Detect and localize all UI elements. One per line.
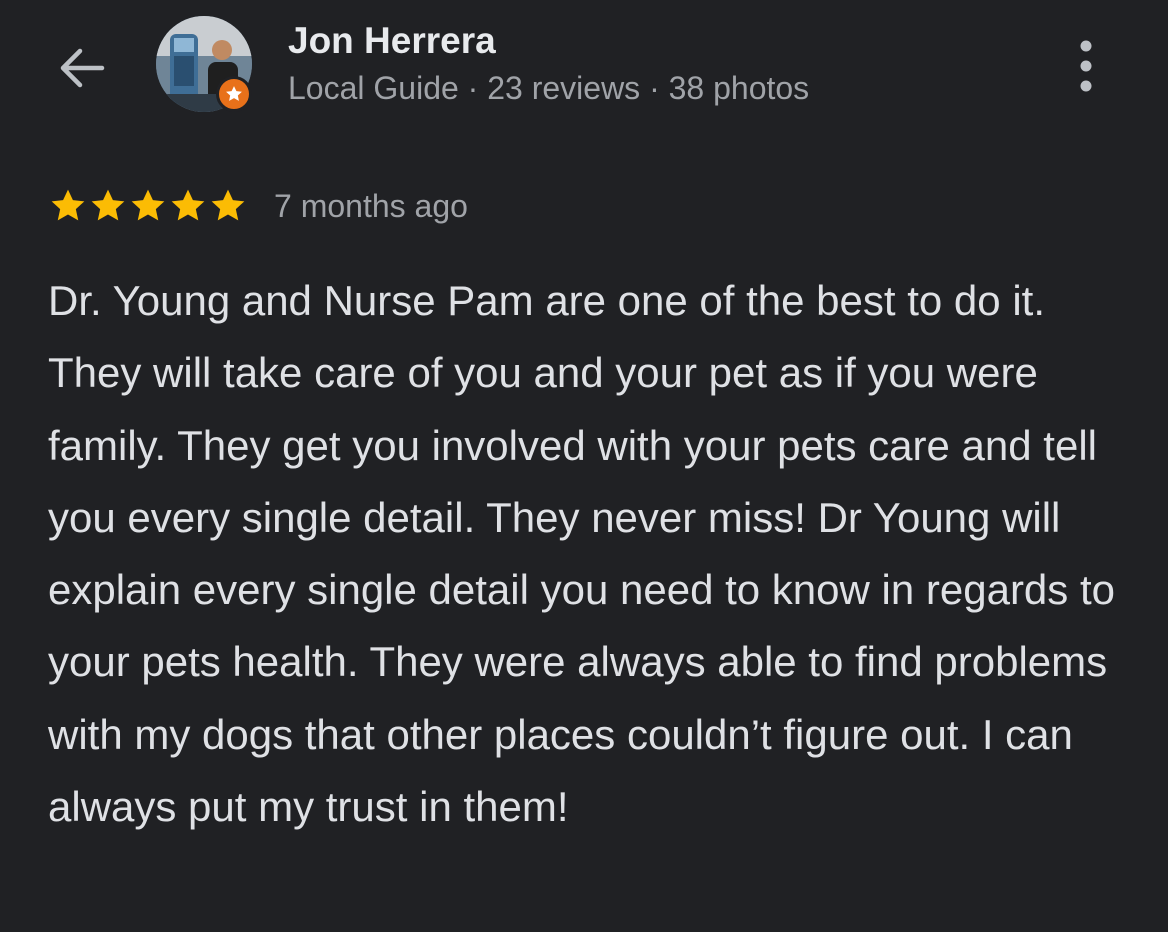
review-header: Jon Herrera Local Guide · 23 reviews · 3… xyxy=(0,0,1168,140)
star-icon xyxy=(208,186,248,226)
local-guide-badge xyxy=(216,76,252,112)
reviewer-avatar[interactable] xyxy=(156,16,254,114)
more-vertical-icon xyxy=(1080,40,1092,92)
back-button[interactable] xyxy=(50,36,114,100)
reviewer-name[interactable]: Jon Herrera xyxy=(288,20,496,62)
star-icon xyxy=(48,186,88,226)
more-options-button[interactable] xyxy=(1060,34,1112,98)
review-time: 7 months ago xyxy=(274,188,468,224)
arrow-left-icon xyxy=(60,48,105,88)
review-text: Dr. Young and Nurse Pam are one of the b… xyxy=(48,277,1115,831)
local-guide-star-icon xyxy=(226,86,242,101)
star-icon xyxy=(88,186,128,226)
star-icon xyxy=(128,186,168,226)
reviewer-meta: Local Guide · 23 reviews · 38 photos xyxy=(288,70,810,106)
star-rating xyxy=(48,186,248,226)
rating-row: 7 months ago xyxy=(48,184,468,228)
star-icon xyxy=(168,186,208,226)
